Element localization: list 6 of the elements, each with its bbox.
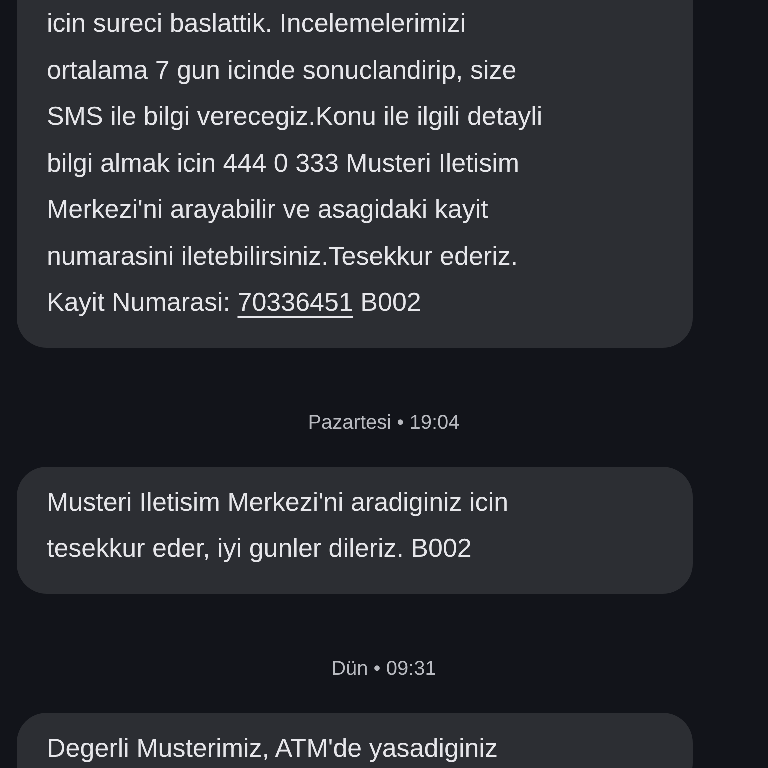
date-separator: Pazartesi • 19:04 (307, 410, 461, 436)
message-text: Degerli Musterimiz, ATM'de yasadiginiz (47, 732, 499, 764)
date-separator: Dün • 09:31 (330, 656, 438, 682)
message-text: Musteri Iletisim Merkezi'ni aradiginiz icin tesekkur eder, iyi gunler dileriz. B002 (47, 486, 510, 565)
record-number-link[interactable]: 70336451 (238, 287, 354, 317)
message-text: icin sureci baslattik. Incelemelerimizi ortalama 7 gun icinde sonuclandirip, size SMS ile bilgi verecegiz.Konu ile ilgili detayli bilgi almak icin 444 0 333 Musteri Iletisim Merkezi'ni arayabilir ve asagidaki kayit numarasini iletebilirsiniz.Tesekkur ederiz. Kayit Numarasi: 70336451 B002 (47, 7, 544, 319)
